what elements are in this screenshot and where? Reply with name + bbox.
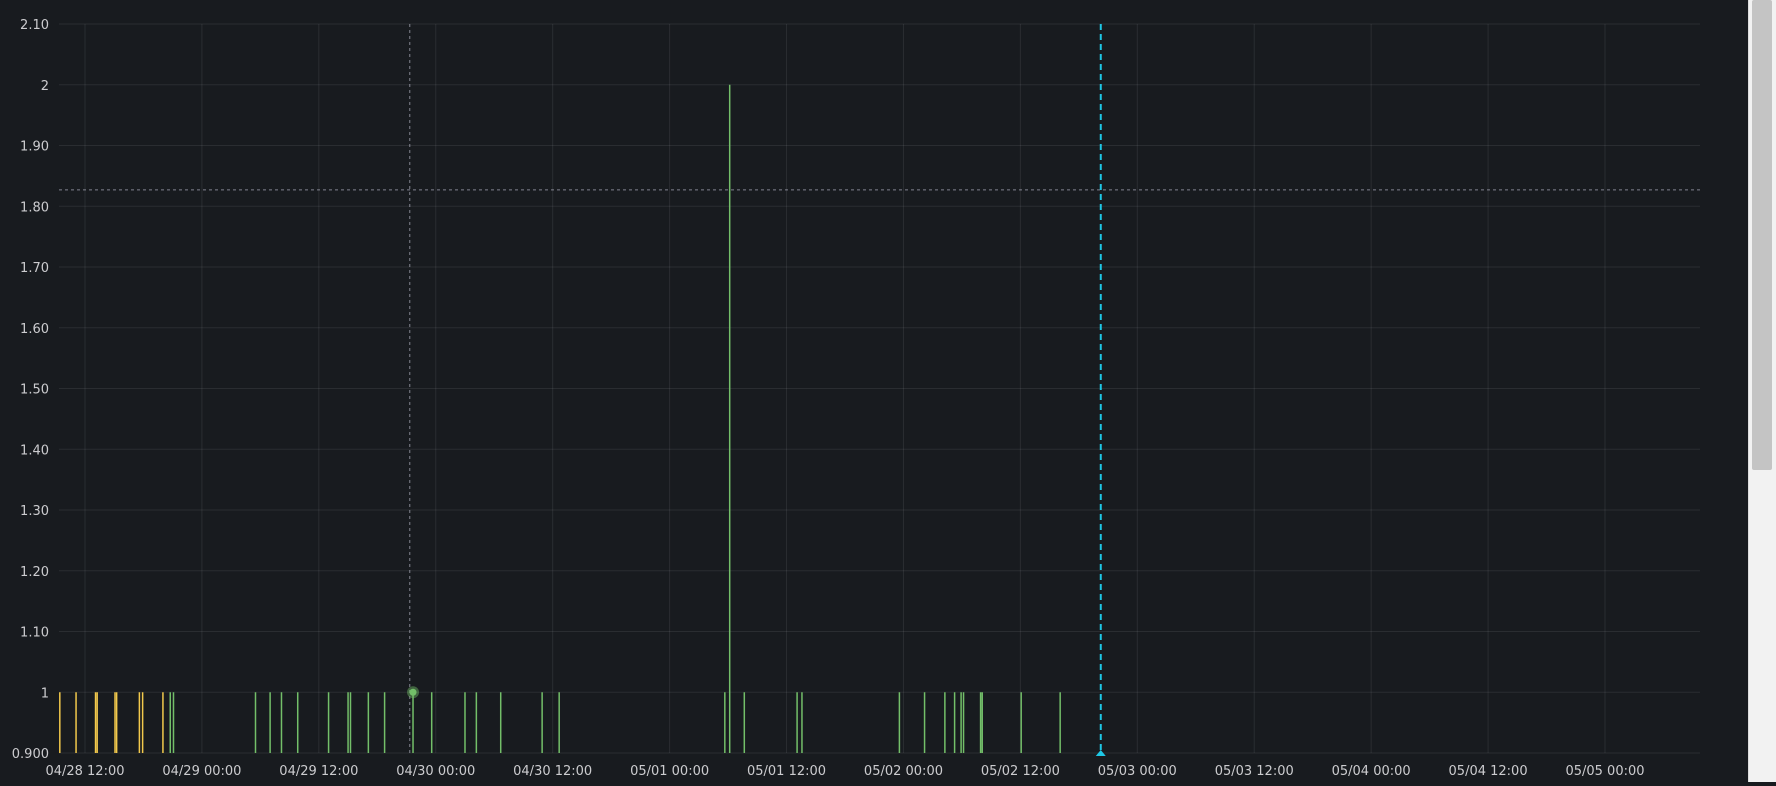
x-tick-label: 04/28 12:00	[45, 764, 124, 779]
x-tick-label: 05/01 00:00	[630, 764, 709, 779]
x-tick-label: 04/30 00:00	[396, 764, 475, 779]
y-tick-label: 1.90	[20, 140, 49, 155]
x-tick-label: 04/29 12:00	[279, 764, 358, 779]
scrollbar-thumb[interactable]	[1752, 0, 1772, 470]
x-tick-label: 05/03 12:00	[1215, 764, 1294, 779]
time-series-chart[interactable]: 2.10 2 1.90 1.80 1.70 1.60 1.50 1.40 1.30 1.20 1.1…	[0, 0, 1776, 782]
x-tick-label: 05/05 00:00	[1565, 764, 1644, 779]
y-tick-label: 0.900	[12, 747, 49, 762]
x-tick-label: 05/02 12:00	[981, 764, 1060, 779]
x-tick-label: 04/30 12:00	[513, 764, 592, 779]
y-tick-label: 1.60	[20, 322, 49, 337]
y-tick-label: 1	[41, 686, 49, 701]
x-tick-label: 05/02 00:00	[864, 764, 943, 779]
y-tick-label: 1.10	[20, 626, 49, 641]
y-tick-label: 2	[41, 79, 49, 94]
y-tick-label: 1.40	[20, 443, 49, 458]
x-tick-label: 05/01 12:00	[747, 764, 826, 779]
hover-point[interactable]	[409, 688, 417, 696]
chart-canvas[interactable]: 2.10 2 1.90 1.80 1.70 1.60 1.50 1.40 1.30 1.20 1.1…	[0, 0, 1776, 782]
x-tick-label: 05/04 00:00	[1332, 764, 1411, 779]
y-tick-label: 1.80	[20, 200, 49, 215]
y-tick-label: 1.30	[20, 504, 49, 519]
y-tick-label: 1.50	[20, 383, 49, 398]
x-tick-label: 05/03 00:00	[1098, 764, 1177, 779]
x-tick-label: 05/04 12:00	[1449, 764, 1528, 779]
y-tick-label: 1.20	[20, 565, 49, 580]
x-tick-label: 04/29 00:00	[162, 764, 241, 779]
y-tick-label: 1.70	[20, 261, 49, 276]
y-tick-label: 2.10	[20, 18, 49, 33]
